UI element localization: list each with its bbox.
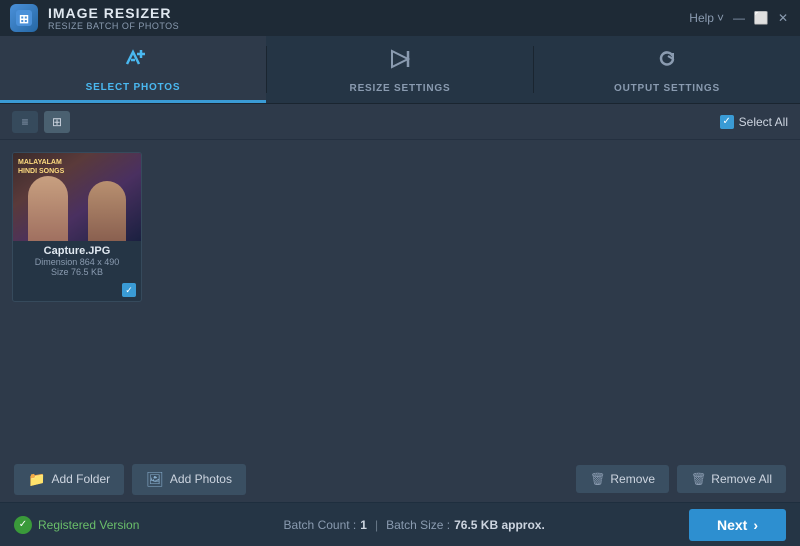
minimize-button[interactable]: — <box>732 11 746 25</box>
photo-checkbox[interactable]: ✓ <box>122 283 136 297</box>
photo-check-row: ✓ <box>13 281 141 301</box>
bottom-left-buttons: 📁 Add Folder 🖼 Add Photos <box>14 464 246 495</box>
select-all-label: Select All <box>739 115 788 129</box>
add-folder-label: Add Folder <box>51 472 110 486</box>
trash-all-icon: 🗑 <box>691 472 706 486</box>
tabs-bar: SELECT PHOTOS RESIZE SETTINGS OUTPUT SET… <box>0 36 800 104</box>
svg-text:⊞: ⊞ <box>19 12 29 26</box>
tab-resize-settings[interactable]: RESIZE SETTINGS <box>267 36 533 103</box>
remove-all-label: Remove All <box>711 472 772 486</box>
next-button[interactable]: Next › <box>689 509 786 541</box>
next-arrow-icon: › <box>753 517 758 533</box>
status-separator: | <box>375 518 378 532</box>
thumb-inner: MALAYALAMHINDI SONGS <box>13 153 141 241</box>
title-bar: ⊞ IMAGE RESIZER RESIZE BATCH OF PHOTOS H… <box>0 0 800 36</box>
app-icon: ⊞ <box>10 4 38 32</box>
add-photos-button[interactable]: 🖼 Add Photos <box>132 464 246 495</box>
batch-count-label: Batch Count : <box>284 518 357 532</box>
tab-resize-settings-label: RESIZE SETTINGS <box>350 83 451 94</box>
view-buttons: ≡ ⊞ <box>12 111 70 133</box>
select-all-group[interactable]: ✓ Select All <box>720 115 788 129</box>
photo-name: Capture.JPG <box>18 245 136 257</box>
close-button[interactable]: ✕ <box>776 11 790 25</box>
photo-info: Capture.JPG Dimension 864 x 490 Size 76.… <box>13 241 141 281</box>
app-subtitle: RESIZE BATCH OF PHOTOS <box>48 21 179 31</box>
registered-label: Registered Version <box>38 518 139 532</box>
remove-button[interactable]: 🗑 Remove <box>576 465 669 493</box>
restore-button[interactable]: ⬜ <box>754 11 768 25</box>
help-chevron-icon: ˅ <box>717 11 724 25</box>
photo-item[interactable]: MALAYALAMHINDI SONGS Capture.JPG Dimensi… <box>12 152 142 302</box>
folder-icon: 📁 <box>28 471 45 488</box>
select-all-checkbox[interactable]: ✓ <box>720 115 734 129</box>
title-bar-left: ⊞ IMAGE RESIZER RESIZE BATCH OF PHOTOS <box>10 4 179 32</box>
photo-grid: MALAYALAMHINDI SONGS Capture.JPG Dimensi… <box>12 152 788 302</box>
help-label: Help <box>689 11 714 25</box>
photo-thumbnail: MALAYALAMHINDI SONGS <box>13 153 141 241</box>
tab-select-photos[interactable]: SELECT PHOTOS <box>0 36 266 103</box>
photo-size: Size 76.5 KB <box>18 267 136 277</box>
photo-dimension: Dimension 864 x 490 <box>18 257 136 267</box>
list-view-icon: ≡ <box>21 115 28 129</box>
tab-output-settings-icon <box>653 45 681 79</box>
list-view-button[interactable]: ≡ <box>12 111 38 133</box>
toolbar-row: ≡ ⊞ ✓ Select All <box>0 104 800 140</box>
tab-select-photos-icon <box>119 44 147 78</box>
app-title-group: IMAGE RESIZER RESIZE BATCH OF PHOTOS <box>48 5 179 31</box>
title-bar-right: Help ˅ — ⬜ ✕ <box>689 11 790 25</box>
tab-output-settings-label: OUTPUT SETTINGS <box>614 83 720 94</box>
remove-all-button[interactable]: 🗑 Remove All <box>677 465 786 493</box>
thumb-person2 <box>88 181 126 241</box>
app-title: IMAGE RESIZER <box>48 5 179 21</box>
trash-icon: 🗑 <box>590 472 605 486</box>
status-info: Batch Count : 1 | Batch Size : 76.5 KB a… <box>284 518 545 532</box>
remove-label: Remove <box>610 472 655 486</box>
batch-count-value: 1 <box>360 518 367 532</box>
tab-output-settings[interactable]: OUTPUT SETTINGS <box>534 36 800 103</box>
grid-view-button[interactable]: ⊞ <box>44 111 70 133</box>
next-label: Next <box>717 517 747 533</box>
grid-view-icon: ⊞ <box>52 115 62 129</box>
tab-select-photos-label: SELECT PHOTOS <box>86 82 181 93</box>
photo-icon: 🖼 <box>146 471 164 488</box>
add-folder-button[interactable]: 📁 Add Folder <box>14 464 124 495</box>
batch-size-value: 76.5 KB approx. <box>454 518 545 532</box>
tab-resize-settings-icon <box>386 45 414 79</box>
registered-icon: ✓ <box>14 516 32 534</box>
bottom-right-buttons: 🗑 Remove 🗑 Remove All <box>576 465 786 493</box>
help-button[interactable]: Help ˅ <box>689 11 724 25</box>
thumb-text: MALAYALAMHINDI SONGS <box>18 158 64 176</box>
status-bar: ✓ Registered Version Batch Count : 1 | B… <box>0 502 800 546</box>
thumb-person1 <box>28 176 68 241</box>
batch-size-label: Batch Size : <box>386 518 450 532</box>
status-registered: ✓ Registered Version <box>14 516 139 534</box>
bottom-area: 📁 Add Folder 🖼 Add Photos 🗑 Remove 🗑 Rem… <box>0 456 800 502</box>
content-area: MALAYALAMHINDI SONGS Capture.JPG Dimensi… <box>0 140 800 410</box>
add-photos-label: Add Photos <box>170 472 232 486</box>
